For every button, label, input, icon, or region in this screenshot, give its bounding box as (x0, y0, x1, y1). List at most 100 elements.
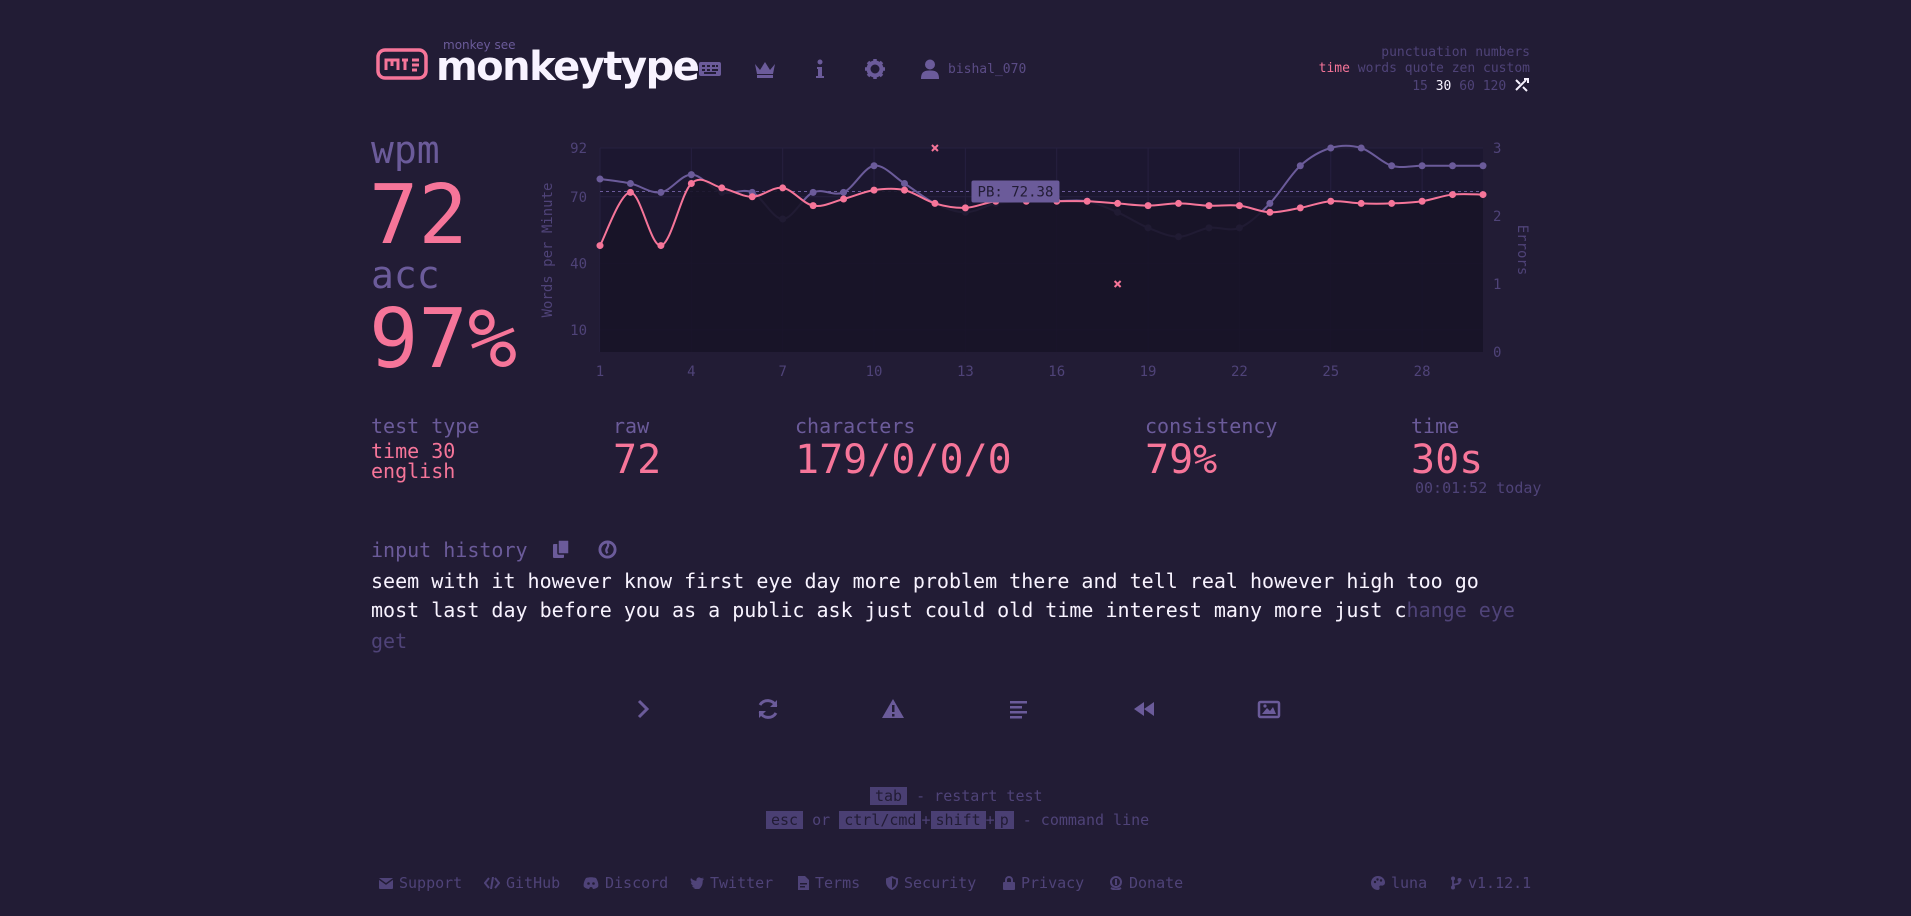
key-esc: esc (766, 811, 804, 829)
chart-y-tick-label: 40 (570, 256, 587, 272)
result-chart: 1 4 7 10 13 16 19 22 25 28 10 40 70 92 0 1 2 3 Words per M… (540, 141, 1530, 380)
footer-discord[interactable]: Discord (583, 874, 668, 892)
report-icon[interactable] (880, 696, 906, 722)
chart-y-tick-label: 92 (570, 141, 587, 157)
chart-series-raw-point (870, 162, 878, 170)
characters-value: 179/0/0/0 (795, 437, 1012, 483)
custom-time-tools-icon[interactable] (1514, 78, 1530, 92)
chart-series-raw-point (1357, 144, 1365, 152)
replay-icon[interactable] (1131, 696, 1157, 722)
time-60[interactable]: 60 (1459, 79, 1475, 94)
consistency-label: consistency (1145, 414, 1278, 438)
raw-label: raw (613, 414, 650, 438)
chart-series-raw-point (840, 188, 848, 196)
chart-series-wpm-point (1327, 197, 1335, 205)
chart-series-raw-point (596, 175, 604, 183)
chart-series-raw-point (1418, 162, 1426, 170)
hint-restart: tab - restart test (870, 787, 1043, 805)
mode-quote[interactable]: quote (1405, 61, 1444, 76)
time-label: time (1411, 414, 1460, 438)
time-120[interactable]: 120 (1483, 79, 1506, 94)
footer-donate[interactable]: Donate (1109, 874, 1183, 892)
chart-series-wpm-point (900, 186, 908, 194)
time-30[interactable]: 30 (1436, 79, 1452, 94)
chart-x-tick-label: 7 (778, 364, 786, 380)
chart-series-wpm-point (1296, 204, 1304, 212)
chart-series-wpm-point (809, 202, 817, 210)
chart-series-raw-point (900, 179, 908, 187)
config-punctuation-numbers[interactable]: punctuation numbers (1381, 45, 1530, 60)
chart-series-wpm-point (1144, 202, 1152, 210)
info-icon[interactable] (807, 56, 833, 82)
chart-series-raw-point (1327, 144, 1335, 152)
footer-version[interactable]: v1.12.1 (1450, 874, 1531, 892)
next-test-icon[interactable] (630, 696, 656, 722)
chart-series-wpm-point (657, 242, 665, 250)
chart-series-raw-point (687, 171, 695, 179)
hint-or: or (803, 811, 840, 829)
key-shift: shift (930, 811, 986, 829)
key-tab: tab (870, 787, 908, 805)
chart-series-raw-point (1479, 162, 1487, 170)
gear-icon[interactable] (862, 56, 888, 82)
footer-theme-label: luna (1391, 874, 1428, 892)
footer-github-label: GitHub (506, 874, 561, 892)
donate-icon (1110, 876, 1122, 890)
mode-zen[interactable]: zen (1452, 61, 1475, 76)
logo-tagline: monkey see (443, 38, 516, 52)
twitter-icon (690, 877, 704, 889)
chart-series-raw-point (1266, 199, 1274, 207)
chart-series-wpm-point (1083, 197, 1091, 205)
chart-series-raw-point (809, 188, 817, 196)
screenshot-icon[interactable] (1256, 696, 1282, 722)
chart-x-tick-label: 25 (1322, 364, 1339, 380)
words-history-icon[interactable] (1006, 696, 1032, 722)
chart-y2-tick-label: 1 (1493, 277, 1501, 293)
copy-icon[interactable] (552, 539, 570, 559)
account-username[interactable]: bishal_070 (948, 62, 1026, 77)
time-today: 00:01:52 today (1415, 479, 1542, 497)
discord-icon (583, 877, 599, 889)
restart-icon[interactable] (755, 696, 781, 722)
footer-version-label: v1.12.1 (1468, 874, 1532, 892)
chart-x-tick-label: 1 (596, 364, 604, 380)
acc-label: acc (371, 253, 440, 297)
shield-icon (886, 876, 898, 890)
footer-security[interactable]: Security (886, 874, 976, 892)
chart-y-tick-label: 70 (570, 190, 587, 206)
footer-theme[interactable]: luna (1371, 874, 1427, 892)
crown-icon[interactable] (752, 56, 778, 82)
footer-support[interactable]: Support (379, 874, 462, 892)
chart-series-wpm-point (626, 188, 634, 196)
footer-twitter[interactable]: Twitter (690, 874, 773, 892)
user-icon[interactable] (917, 56, 943, 82)
chart-x-tick-label: 22 (1231, 364, 1248, 380)
chart-series-raw-point (657, 188, 665, 196)
footer-security-label: Security (904, 874, 977, 892)
hint-command-text: - command line (1013, 811, 1150, 829)
palette-icon (1371, 876, 1385, 890)
chart-y2-tick-label: 0 (1493, 345, 1501, 361)
chart-series-wpm-point (840, 195, 848, 203)
footer-privacy[interactable]: Privacy (1003, 874, 1084, 892)
mode-custom[interactable]: custom (1483, 61, 1530, 76)
mode-words[interactable]: words (1358, 61, 1397, 76)
config-times: 15 30 60 120 (1412, 78, 1530, 94)
chart-x-tick-label: 10 (866, 364, 883, 380)
logo[interactable]: monkeytype (376, 38, 700, 90)
footer-terms[interactable]: Terms (798, 874, 860, 892)
code-branch-icon (1451, 876, 1462, 890)
mode-time[interactable]: time (1319, 61, 1350, 76)
chart-series-wpm-point (1388, 199, 1396, 207)
keyboard-logo-icon (376, 48, 428, 80)
footer-github[interactable]: GitHub (484, 874, 560, 892)
time-15[interactable]: 15 (1412, 79, 1428, 94)
test-type-mode: time 30 (371, 439, 456, 463)
keyboard-icon[interactable] (697, 56, 723, 82)
footer-terms-label: Terms (815, 874, 861, 892)
config-modes: time words quote zen custom (1319, 61, 1530, 76)
footer-twitter-label: Twitter (710, 874, 774, 892)
chart-x-tick-label: 28 (1414, 364, 1431, 380)
burst-heatmap-icon[interactable] (598, 540, 617, 559)
key-p: p (994, 811, 1014, 829)
